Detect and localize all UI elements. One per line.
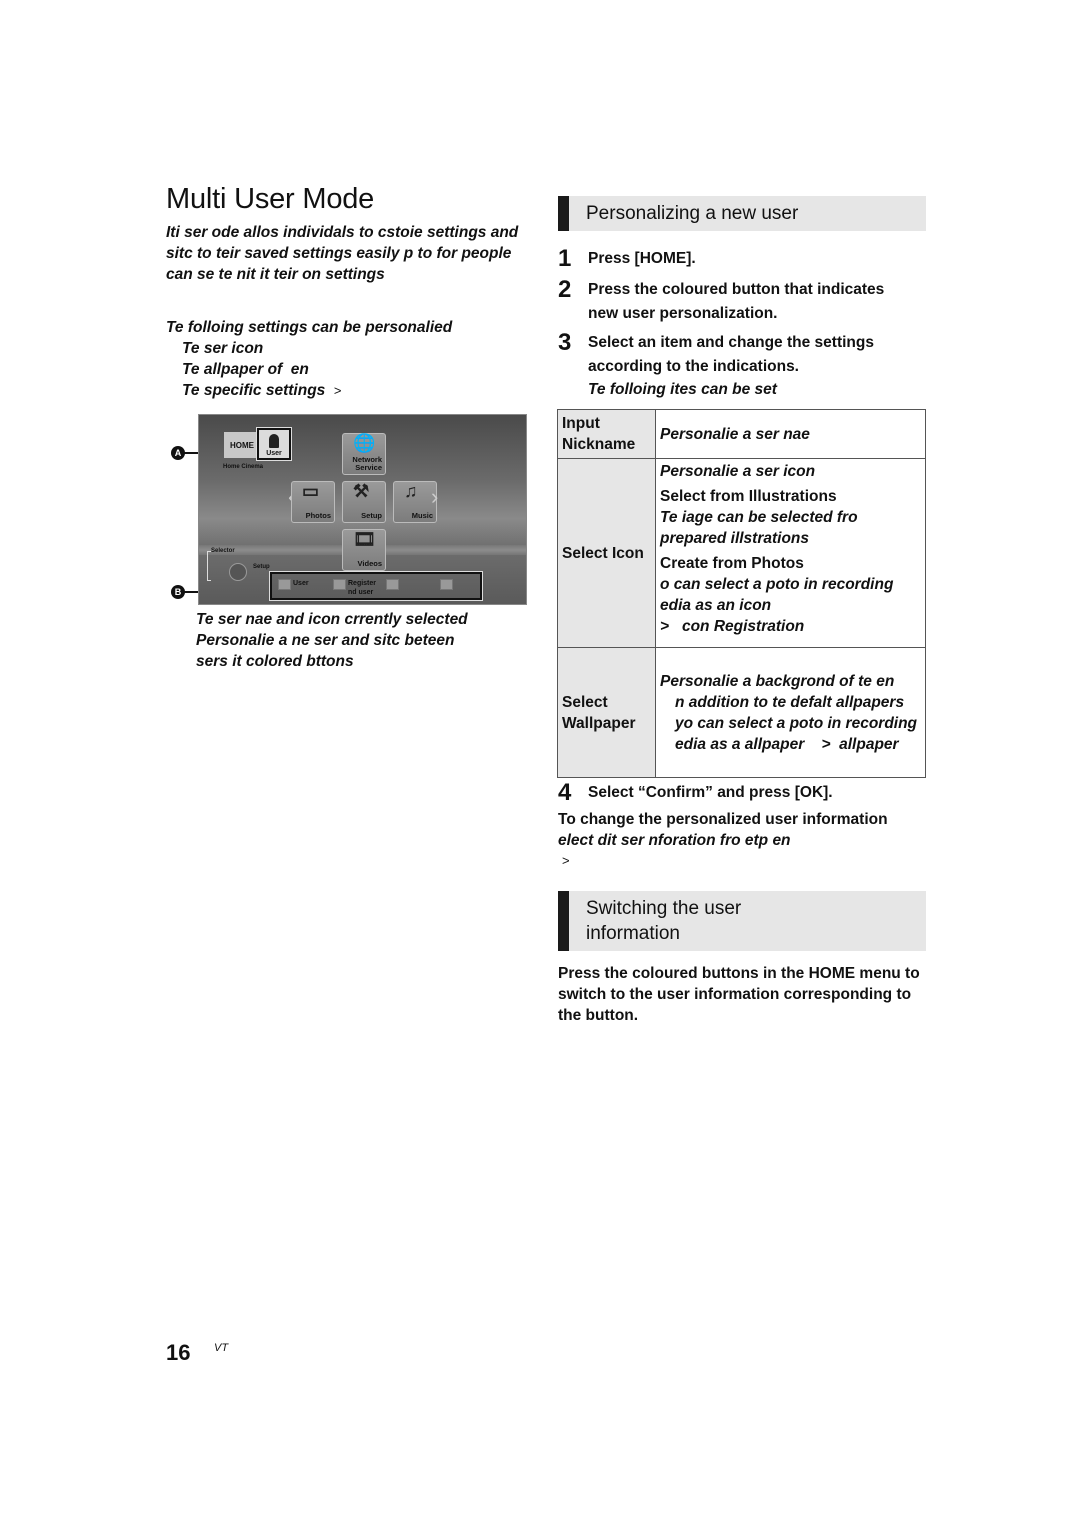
globe-icon: 🌐 [353,433,376,453]
tile-setup: ⚒ Setup [342,481,386,523]
table-value: Personalie a ser icon Select from Illust… [655,458,926,648]
step-3: 3 Select an item and change the settings… [558,331,928,402]
setup-icon: ⚒ [353,481,370,501]
home-tab: HOME [224,432,260,458]
step-3-note: Te folloing ites can be set [588,381,777,398]
color-button-4 [440,579,453,590]
settings-heading: Te folloing settings can be personalied [166,319,453,336]
user-icon [269,434,279,448]
table-row: Select Wallpaper Personalie a backgrond … [557,647,926,778]
color-button-2 [333,579,346,590]
dpad-icon [229,563,247,581]
chevron-right-icon: › [431,484,439,509]
device-name: Home Cinema [223,464,264,470]
settings-item: Te allpaper of en [182,361,309,378]
section-heading-switching: Switching the user information [558,891,926,951]
table-value: Personalie a backgrond of te en n additi… [655,647,926,778]
color-button-1 [278,579,291,590]
settings-item: Te specific settings > [182,382,342,399]
table-key: Select Icon [557,458,656,648]
reference-arrow: > [333,383,342,398]
tile-videos: 🎞 Videos [342,529,386,571]
section-heading-personalizing: Personalizing a new user [558,196,926,231]
switching-body: Press the coloured buttons in the HOME m… [558,965,920,1024]
color-button-2-label: Register nd user [348,580,377,596]
color-button-3 [386,579,399,590]
color-button-bar: User Register nd user [269,571,483,601]
change-note-heading: To change the personalized user informat… [558,811,888,828]
photos-icon: ▭ [302,481,320,501]
film-icon: 🎞 [353,529,376,549]
tile-network-service: 🌐 Network Service [342,433,386,475]
callout-a: A [171,446,185,460]
table-row: Input Nickname Personalie a ser nae [557,409,926,459]
step-4: 4 Select “Confirm” and press [OK]. [558,779,833,806]
setup-hint: Setup [253,564,270,570]
color-button-1-label: User [293,580,309,587]
tile-photos: ▭ Photos [291,481,335,523]
selector-label: Selector [211,548,235,554]
user-tab: User [256,427,292,461]
home-menu-screenshot: HOME User Home Cinema 🌐 Network Service … [198,414,527,605]
step-2: 2 Press the coloured button that indicat… [558,276,885,322]
step-1: 1 Press [HOME]. [558,245,696,272]
settings-list: Te ser icon Te allpaper of en Te specifi… [182,338,342,401]
reference-arrow: > [562,853,570,868]
table-row: Select Icon Personalie a ser icon Select… [557,458,926,648]
selector-bracket [207,551,211,581]
intro-text: Iti ser ode allos individals to cstoie s… [166,224,519,283]
page-title: Multi User Mode [166,183,375,215]
table-key: Input Nickname [557,409,656,459]
settings-item: Te ser icon [182,340,264,357]
options-table: Input Nickname Personalie a ser nae Sele… [557,409,926,778]
callout-b: B [171,585,185,599]
screenshot-caption: Te ser nae and icon crrently selected Pe… [196,611,468,670]
music-icon: ♫ [404,481,418,501]
change-note-text: elect dit ser nforation fro etp en [558,832,791,849]
table-value: Personalie a ser nae [655,409,926,459]
table-key: Select Wallpaper [557,647,656,778]
page-code: VT [214,1342,229,1354]
page-number: 16 [166,1340,191,1365]
